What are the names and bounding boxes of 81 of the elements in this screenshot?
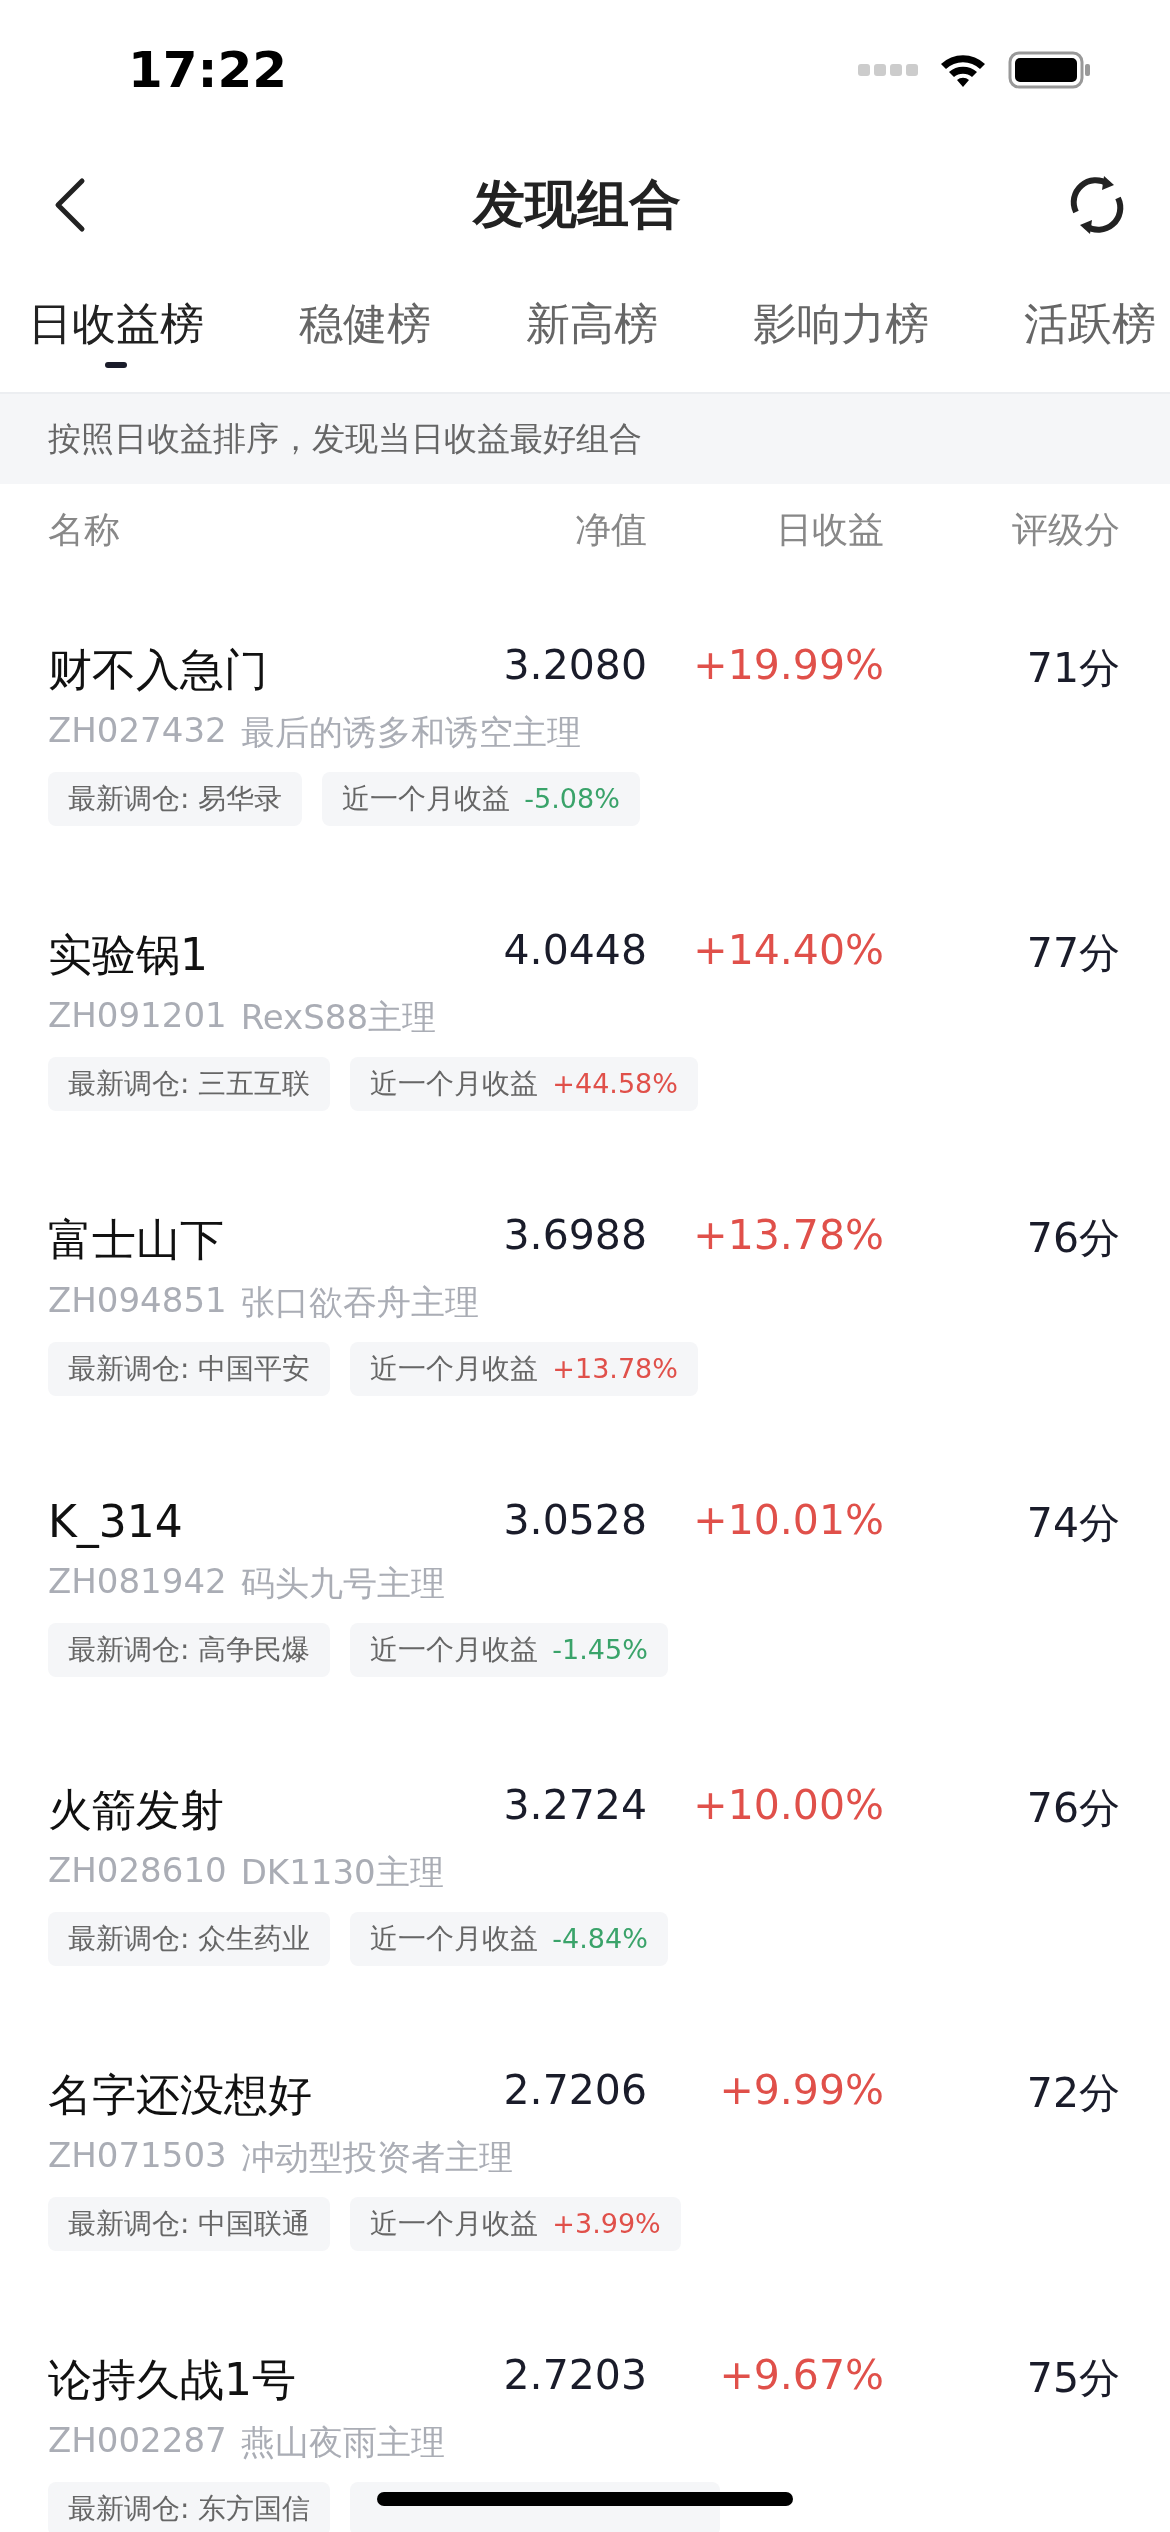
daily-return: +9.99% (718, 2066, 884, 2116)
portfolio-name: 财不入急门 (48, 643, 269, 697)
rating-score: 76分 (1025, 1783, 1120, 1834)
portfolio-code: ZH002287 (48, 2420, 227, 2462)
tab[interactable]: 新高榜 (526, 294, 658, 368)
daily-return: +14.40% (692, 926, 884, 976)
portfolio-name: K_314 (48, 1496, 184, 1550)
monthly-return-label: 近一个月收益 (370, 1351, 539, 1387)
monthly-return-value: -1.45% (552, 1633, 648, 1667)
monthly-return-value: -5.08% (524, 782, 620, 816)
daily-return: +9.67% (718, 2351, 884, 2401)
rating-score: 76分 (1025, 1213, 1120, 1264)
monthly-return-value: +44.58% (552, 1067, 678, 1101)
portfolio-row[interactable]: K_314 3.0528 +10.01% 74分 ZH081942 码头九号主理 最新调仓: 高争民爆 近一个月收益 -1.45% (0, 1431, 1170, 1716)
portfolio-name: 富士山下 (48, 1213, 225, 1267)
monthly-return-label: 近一个月收益 (370, 1921, 539, 1957)
rebalance-tag: 最新调仓: 东方国信 (48, 2482, 331, 2532)
portfolio-code: ZH081942 (48, 1561, 227, 1603)
monthly-return-value: -4.84% (552, 1922, 648, 1956)
column-header: 评级分 (1011, 507, 1120, 552)
portfolio-code: ZH071503 (48, 2135, 227, 2177)
portfolio-name: 火箭发射 (48, 1783, 225, 1837)
battery-icon (1008, 51, 1092, 89)
portfolio-row[interactable]: 财不入急门 3.2080 +19.99% 71分 ZH027432 最后的诱多和诱空主理 最新调仓: 易华录 近一个月收益 -5.08% (0, 576, 1170, 861)
portfolio-code: ZH028610 (48, 1850, 227, 1892)
tab[interactable]: 活跃榜 (1024, 294, 1156, 368)
net-value: 3.2724 (502, 1781, 647, 1831)
rebalance-tag: 最新调仓: 众生药业 (48, 1912, 331, 1966)
clock-time: 17:22 (128, 41, 288, 99)
portfolio-name: 论持久战1号 (48, 2353, 297, 2407)
portfolio-code: ZH094851 (48, 1280, 227, 1322)
monthly-return-label: 近一个月收益 (370, 2206, 539, 2242)
manager-name: 燕山夜雨主理 (240, 2421, 445, 2464)
signal-icon (858, 62, 918, 78)
net-value: 3.0528 (502, 1496, 647, 1546)
portfolio-row[interactable]: 实验锅1 4.0448 +14.40% 77分 ZH091201 RexS88主理 最新调仓: 三五互联 近一个月收益 +44.58% (0, 861, 1170, 1146)
net-value: 3.6988 (502, 1211, 647, 1261)
manager-name: DK1130主理 (240, 1851, 444, 1894)
column-header: 名称 (48, 507, 121, 552)
rebalance-tag: 最新调仓: 三五互联 (48, 1057, 331, 1111)
rebalance-tag: 最新调仓: 中国联通 (48, 2197, 331, 2251)
portfolio-code: ZH027432 (48, 710, 227, 752)
portfolio-name: 实验锅1 (48, 928, 209, 982)
manager-name: 冲动型投资者主理 (240, 2136, 513, 2179)
column-header: 日收益 (775, 507, 884, 552)
net-value: 3.2080 (502, 641, 647, 691)
monthly-return-label: 近一个月收益 (370, 1632, 539, 1668)
net-value: 2.7206 (502, 2066, 647, 2116)
tab[interactable]: 影响力榜 (753, 294, 929, 368)
manager-name: 码头九号主理 (240, 1562, 445, 1605)
tab[interactable]: 日收益榜 (28, 294, 204, 368)
rebalance-tag: 最新调仓: 高争民爆 (48, 1623, 331, 1677)
monthly-return-label: 近一个月收益 (370, 1066, 539, 1102)
portfolio-name: 名字还没想好 (48, 2068, 313, 2122)
rating-score: 71分 (1025, 643, 1120, 694)
rating-score: 74分 (1025, 1498, 1120, 1549)
portfolio-row[interactable]: 火箭发射 3.2724 +10.00% 76分 ZH028610 DK1130主理 最新调仓: 众生药业 近一个月收益 -4.84% (0, 1716, 1170, 2001)
monthly-return-value: +3.99% (552, 2207, 661, 2241)
tab[interactable]: 稳健榜 (299, 294, 431, 368)
rating-score: 77分 (1025, 928, 1120, 979)
rebalance-tag: 最新调仓: 易华录 (48, 772, 303, 826)
net-value: 2.7203 (502, 2351, 647, 2401)
column-header: 净值 (574, 507, 647, 552)
portfolio-row[interactable]: 富士山下 3.6988 +13.78% 76分 ZH094851 张口欲吞舟主理 最新调仓: 中国平安 近一个月收益 +13.78% (0, 1146, 1170, 1431)
daily-return: +10.00% (692, 1781, 884, 1831)
rating-score: 72分 (1025, 2068, 1120, 2119)
net-value: 4.0448 (502, 926, 647, 976)
info-banner: 按照日收益排序，发现当日收益最好组合 (0, 394, 1170, 484)
monthly-return-value: +13.78% (552, 1352, 678, 1386)
rating-score: 75分 (1025, 2353, 1120, 2404)
portfolio-code: ZH091201 (48, 995, 227, 1037)
portfolio-row[interactable]: 名字还没想好 2.7206 +9.99% 72分 ZH071503 冲动型投资者主理 最新调仓: 中国联通 近一个月收益 +3.99% (0, 2001, 1170, 2286)
daily-return: +10.01% (692, 1496, 884, 1546)
daily-return: +19.99% (692, 641, 884, 691)
monthly-return-label: 近一个月收益 (342, 781, 511, 817)
daily-return: +13.78% (692, 1211, 884, 1261)
manager-name: RexS88主理 (240, 996, 437, 1039)
manager-name: 最后的诱多和诱空主理 (240, 711, 581, 754)
rebalance-tag: 最新调仓: 中国平安 (48, 1342, 331, 1396)
page-title: 发现组合 (473, 173, 681, 236)
manager-name: 张口欲吞舟主理 (240, 1281, 479, 1324)
